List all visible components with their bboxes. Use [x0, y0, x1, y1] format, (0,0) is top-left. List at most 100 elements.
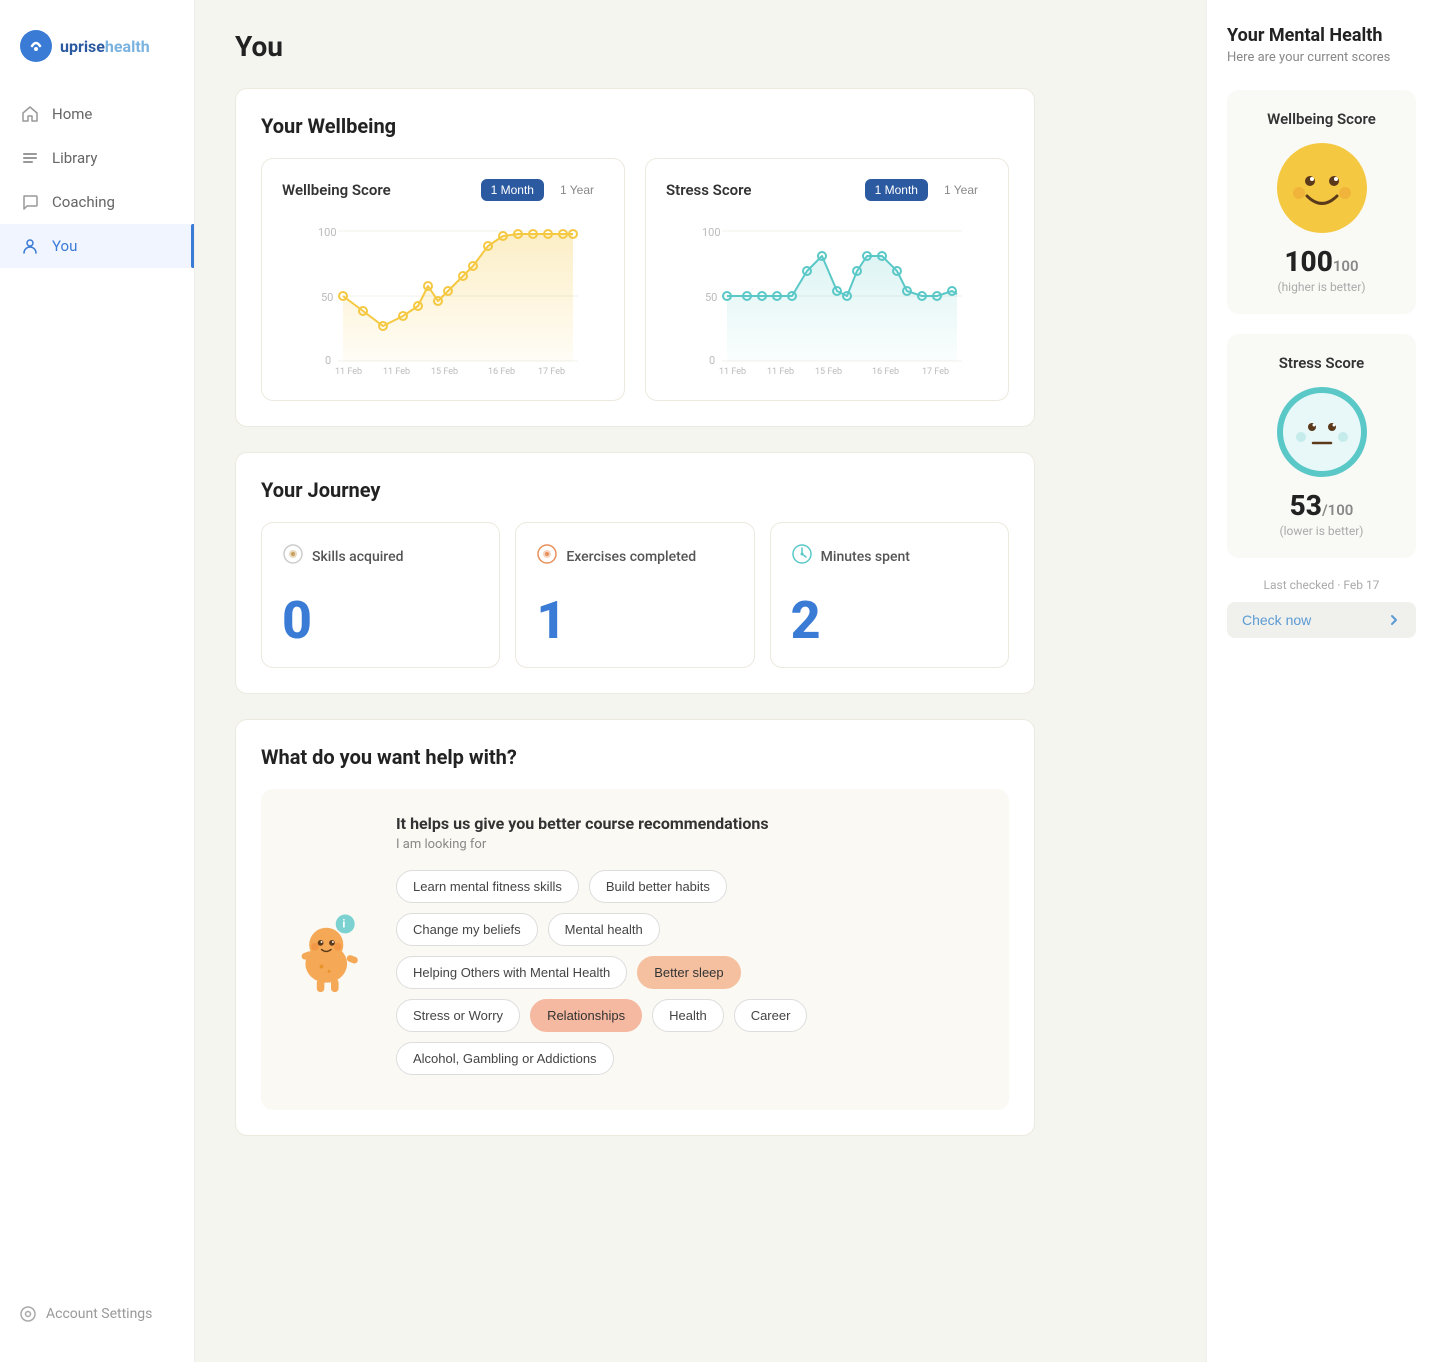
- stress-chart-title: Stress Score: [666, 181, 751, 199]
- library-icon: [20, 148, 40, 168]
- sidebar-item-coaching-label: Coaching: [52, 193, 115, 211]
- svg-text:50: 50: [705, 291, 717, 304]
- skills-icon: [282, 543, 304, 570]
- stress-score-hint: (lower is better): [1247, 524, 1396, 538]
- stress-score-value: 53/100: [1247, 489, 1396, 522]
- svg-text:50: 50: [321, 291, 333, 304]
- panel-title: Your Mental Health: [1227, 25, 1416, 46]
- tag-better-habits[interactable]: Build better habits: [589, 870, 727, 903]
- stress-1month-tab[interactable]: 1 Month: [865, 179, 928, 201]
- journey-heading: Your Journey: [261, 478, 1009, 502]
- help-mascot: i: [286, 814, 376, 1085]
- exercises-card: Exercises completed 1: [515, 522, 754, 668]
- mascot-svg: i: [291, 905, 371, 995]
- account-settings-label: Account Settings: [46, 1306, 152, 1322]
- sidebar-item-library-label: Library: [52, 149, 97, 167]
- minutes-header: Minutes spent: [791, 543, 988, 570]
- svg-text:11 Feb: 11 Feb: [719, 367, 746, 376]
- exercises-value: 1: [536, 595, 733, 647]
- tags-row-5: Alcohol, Gambling or Addictions: [396, 1042, 984, 1075]
- skills-header: Skills acquired: [282, 543, 479, 570]
- wellbeing-heading: Your Wellbeing: [261, 114, 1009, 138]
- tag-health[interactable]: Health: [652, 999, 724, 1032]
- exercises-header: Exercises completed: [536, 543, 733, 570]
- main-content: You Your Wellbeing Wellbeing Score 1 Mon…: [195, 0, 1075, 1362]
- account-settings[interactable]: Account Settings: [0, 1286, 194, 1342]
- logo[interactable]: uprisehealth: [0, 20, 194, 92]
- wellbeing-chart-title: Wellbeing Score: [282, 181, 391, 199]
- home-icon: [20, 104, 40, 124]
- wellbeing-score-hint: (higher is better): [1247, 280, 1396, 294]
- journey-section: Your Journey Skills acquired 0: [235, 452, 1035, 694]
- exercises-icon: [536, 543, 558, 570]
- svg-text:0: 0: [325, 354, 331, 367]
- svg-text:11 Feb: 11 Feb: [335, 367, 362, 376]
- svg-text:11 Feb: 11 Feb: [767, 367, 794, 376]
- svg-text:100: 100: [318, 226, 337, 239]
- stress-chart-tabs: 1 Month 1 Year: [865, 179, 988, 201]
- check-now-button[interactable]: Check now: [1227, 602, 1416, 638]
- charts-row: Wellbeing Score 1 Month 1 Year 100 50 0: [261, 158, 1009, 401]
- coaching-icon: [20, 192, 40, 212]
- tag-alcohol-gambling[interactable]: Alcohol, Gambling or Addictions: [396, 1042, 614, 1075]
- svg-text:100: 100: [702, 226, 721, 239]
- tags-row-1: Learn mental fitness skills Build better…: [396, 870, 984, 903]
- stress-chart-header: Stress Score 1 Month 1 Year: [666, 179, 988, 201]
- sidebar-item-library[interactable]: Library: [0, 136, 194, 180]
- sidebar: uprisehealth Home Library: [0, 0, 195, 1362]
- tag-helping-others[interactable]: Helping Others with Mental Health: [396, 956, 627, 989]
- svg-text:17 Feb: 17 Feb: [922, 367, 949, 376]
- tags-row-4: Stress or Worry Relationships Health Car…: [396, 999, 984, 1032]
- last-checked-text: Last checked · Feb 17: [1227, 578, 1416, 592]
- tag-better-sleep[interactable]: Better sleep: [637, 956, 740, 989]
- svg-text:0: 0: [709, 354, 715, 367]
- wellbeing-score-circle: [1277, 143, 1367, 233]
- wellbeing-1year-tab[interactable]: 1 Year: [550, 179, 604, 201]
- wellbeing-chart-svg: 100 50 0: [282, 216, 604, 376]
- you-icon: [20, 236, 40, 256]
- sidebar-item-you[interactable]: You: [0, 224, 194, 268]
- tag-mental-fitness[interactable]: Learn mental fitness skills: [396, 870, 579, 903]
- svg-text:16 Feb: 16 Feb: [488, 367, 515, 376]
- sidebar-item-home[interactable]: Home: [0, 92, 194, 136]
- wellbeing-section: Your Wellbeing Wellbeing Score 1 Month 1…: [235, 88, 1035, 427]
- svg-text:16 Feb: 16 Feb: [872, 367, 899, 376]
- help-subtitle: I am looking for: [396, 837, 984, 852]
- tags-row-2: Change my beliefs Mental health: [396, 913, 984, 946]
- help-section: What do you want help with? i: [235, 719, 1035, 1136]
- exercises-label: Exercises completed: [566, 549, 696, 565]
- logo-text: uprisehealth: [60, 37, 150, 56]
- wellbeing-score-label: Wellbeing Score: [1247, 110, 1396, 128]
- help-title: It helps us give you better course recom…: [396, 814, 984, 833]
- help-content: It helps us give you better course recom…: [396, 814, 984, 1085]
- minutes-icon: [791, 543, 813, 570]
- tag-mental-health[interactable]: Mental health: [548, 913, 660, 946]
- tag-relationships[interactable]: Relationships: [530, 999, 642, 1032]
- page-title: You: [235, 30, 1035, 63]
- tag-change-beliefs[interactable]: Change my beliefs: [396, 913, 538, 946]
- help-heading: What do you want help with?: [261, 745, 1009, 769]
- skills-value: 0: [282, 595, 479, 647]
- skills-label: Skills acquired: [312, 549, 404, 565]
- wellbeing-1month-tab[interactable]: 1 Month: [481, 179, 544, 201]
- minutes-label: Minutes spent: [821, 549, 910, 565]
- tag-career[interactable]: Career: [734, 999, 808, 1032]
- minutes-card: Minutes spent 2: [770, 522, 1009, 668]
- svg-text:i: i: [342, 916, 345, 930]
- wellbeing-chart-tabs: 1 Month 1 Year: [481, 179, 604, 201]
- wellbeing-score-value: 100100: [1247, 245, 1396, 278]
- svg-text:15 Feb: 15 Feb: [815, 367, 842, 376]
- svg-text:11 Feb: 11 Feb: [383, 367, 410, 376]
- svg-text:15 Feb: 15 Feb: [431, 367, 458, 376]
- logo-icon: [20, 30, 52, 62]
- sidebar-item-coaching[interactable]: Coaching: [0, 180, 194, 224]
- right-panel: Your Mental Health Here are your current…: [1206, 0, 1436, 1362]
- tags-row-3: Helping Others with Mental Health Better…: [396, 956, 984, 989]
- stress-chart-svg: 100 50 0: [666, 216, 988, 376]
- wellbeing-score-card: Wellbeing Score 100100 (higher is better…: [1227, 90, 1416, 314]
- stress-1year-tab[interactable]: 1 Year: [934, 179, 988, 201]
- sidebar-nav: Home Library Coaching: [0, 92, 194, 1286]
- stress-chart-card: Stress Score 1 Month 1 Year 100 50 0: [645, 158, 1009, 401]
- check-now-label: Check now: [1242, 612, 1311, 628]
- tag-stress-worry[interactable]: Stress or Worry: [396, 999, 520, 1032]
